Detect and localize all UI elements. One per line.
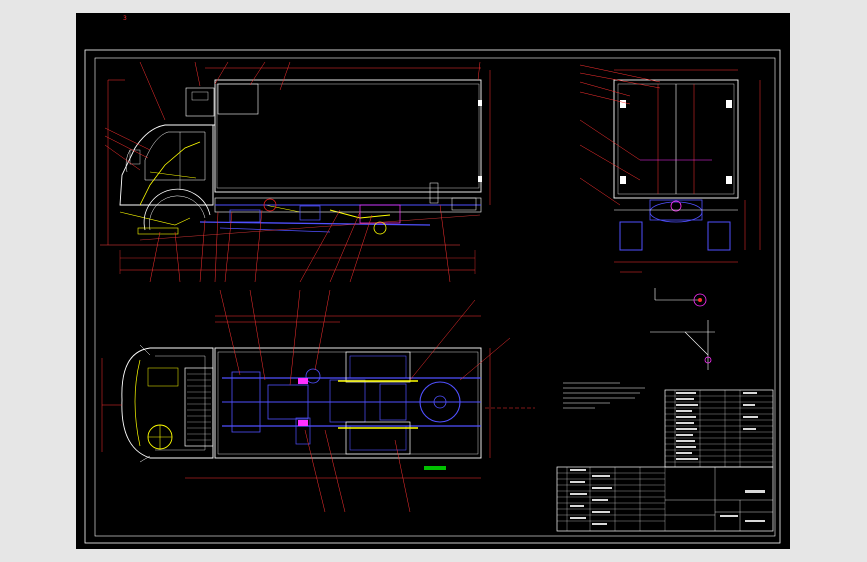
corner-marker: 3	[123, 15, 127, 22]
cad-viewer[interactable]: 3	[0, 0, 867, 562]
